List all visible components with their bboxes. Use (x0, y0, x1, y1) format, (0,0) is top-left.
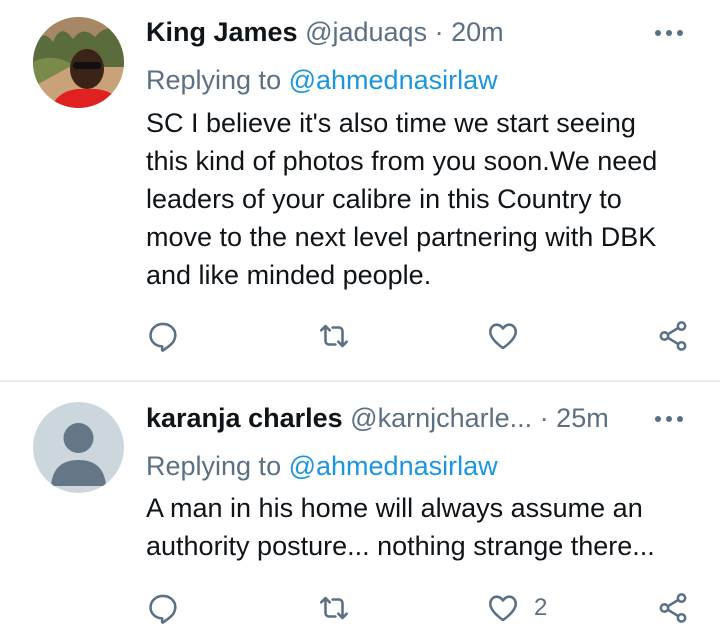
tweet-text: A man in his home will always assume an … (146, 489, 706, 565)
tweet-text: SC I believe it's also time we start see… (146, 104, 706, 294)
heart-icon (488, 595, 518, 622)
tweet-text-line: this kind of photos from you soon.We nee… (146, 146, 658, 176)
heart-icon (488, 323, 518, 350)
separator-dot: · (539, 403, 549, 433)
tweet-header: karanja charles @karnjcharle... · 25m (146, 401, 690, 435)
action-bar: 2 (146, 588, 692, 628)
retweet-button[interactable] (316, 588, 352, 628)
share-icon (659, 593, 687, 623)
avatar[interactable] (33, 17, 124, 108)
replying-to: Replying to @ahmednasirlaw (146, 63, 498, 97)
separator-dot: · (434, 17, 444, 47)
timestamp[interactable]: 20m (451, 17, 504, 47)
replying-prefix: Replying to (146, 65, 282, 95)
action-bar (146, 316, 692, 356)
share-button[interactable] (656, 316, 690, 356)
reply-icon (149, 322, 177, 352)
like-button[interactable] (486, 316, 534, 356)
tweet-text-line: leaders of your calibre in this Country … (146, 184, 622, 214)
mention-link[interactable]: @ahmednasirlaw (289, 451, 498, 481)
reply-icon (149, 594, 177, 624)
tweet[interactable]: King James @jaduaqs · 20m Replying to @a… (0, 0, 720, 381)
replying-to: Replying to @ahmednasirlaw (146, 449, 498, 483)
replying-prefix: Replying to (146, 451, 282, 481)
more-options-icon[interactable] (654, 28, 684, 38)
retweet-icon (319, 324, 349, 348)
tweet-header: King James @jaduaqs · 20m (146, 15, 690, 49)
user-handle[interactable]: @karnjcharle... (350, 403, 532, 433)
tweet-text-line: SC I believe it's also time we start see… (146, 108, 636, 138)
mention-link[interactable]: @ahmednasirlaw (289, 65, 498, 95)
tweet-text-line: and like minded people. (146, 260, 432, 290)
reply-button[interactable] (146, 316, 180, 356)
tweet-text-line: A man in his home will always assume an (146, 493, 643, 523)
reply-button[interactable] (146, 588, 180, 628)
timestamp[interactable]: 25m (556, 403, 609, 433)
default-avatar[interactable] (33, 402, 124, 493)
retweet-icon (319, 596, 349, 620)
more-options-icon[interactable] (654, 414, 684, 424)
user-handle[interactable]: @jaduaqs (305, 17, 427, 47)
tweet-text-line: move to the next level partnering with D… (146, 222, 657, 252)
tweet[interactable]: karanja charles @karnjcharle... · 25m Re… (0, 381, 720, 641)
display-name[interactable]: karanja charles (146, 403, 343, 433)
share-icon (659, 321, 687, 351)
share-button[interactable] (656, 588, 690, 628)
tweet-text-line: authority posture... nothing strange the… (146, 531, 655, 561)
like-button[interactable]: 2 (486, 588, 547, 628)
like-count: 2 (534, 594, 548, 621)
display-name[interactable]: King James (146, 17, 298, 47)
retweet-button[interactable] (316, 316, 352, 356)
